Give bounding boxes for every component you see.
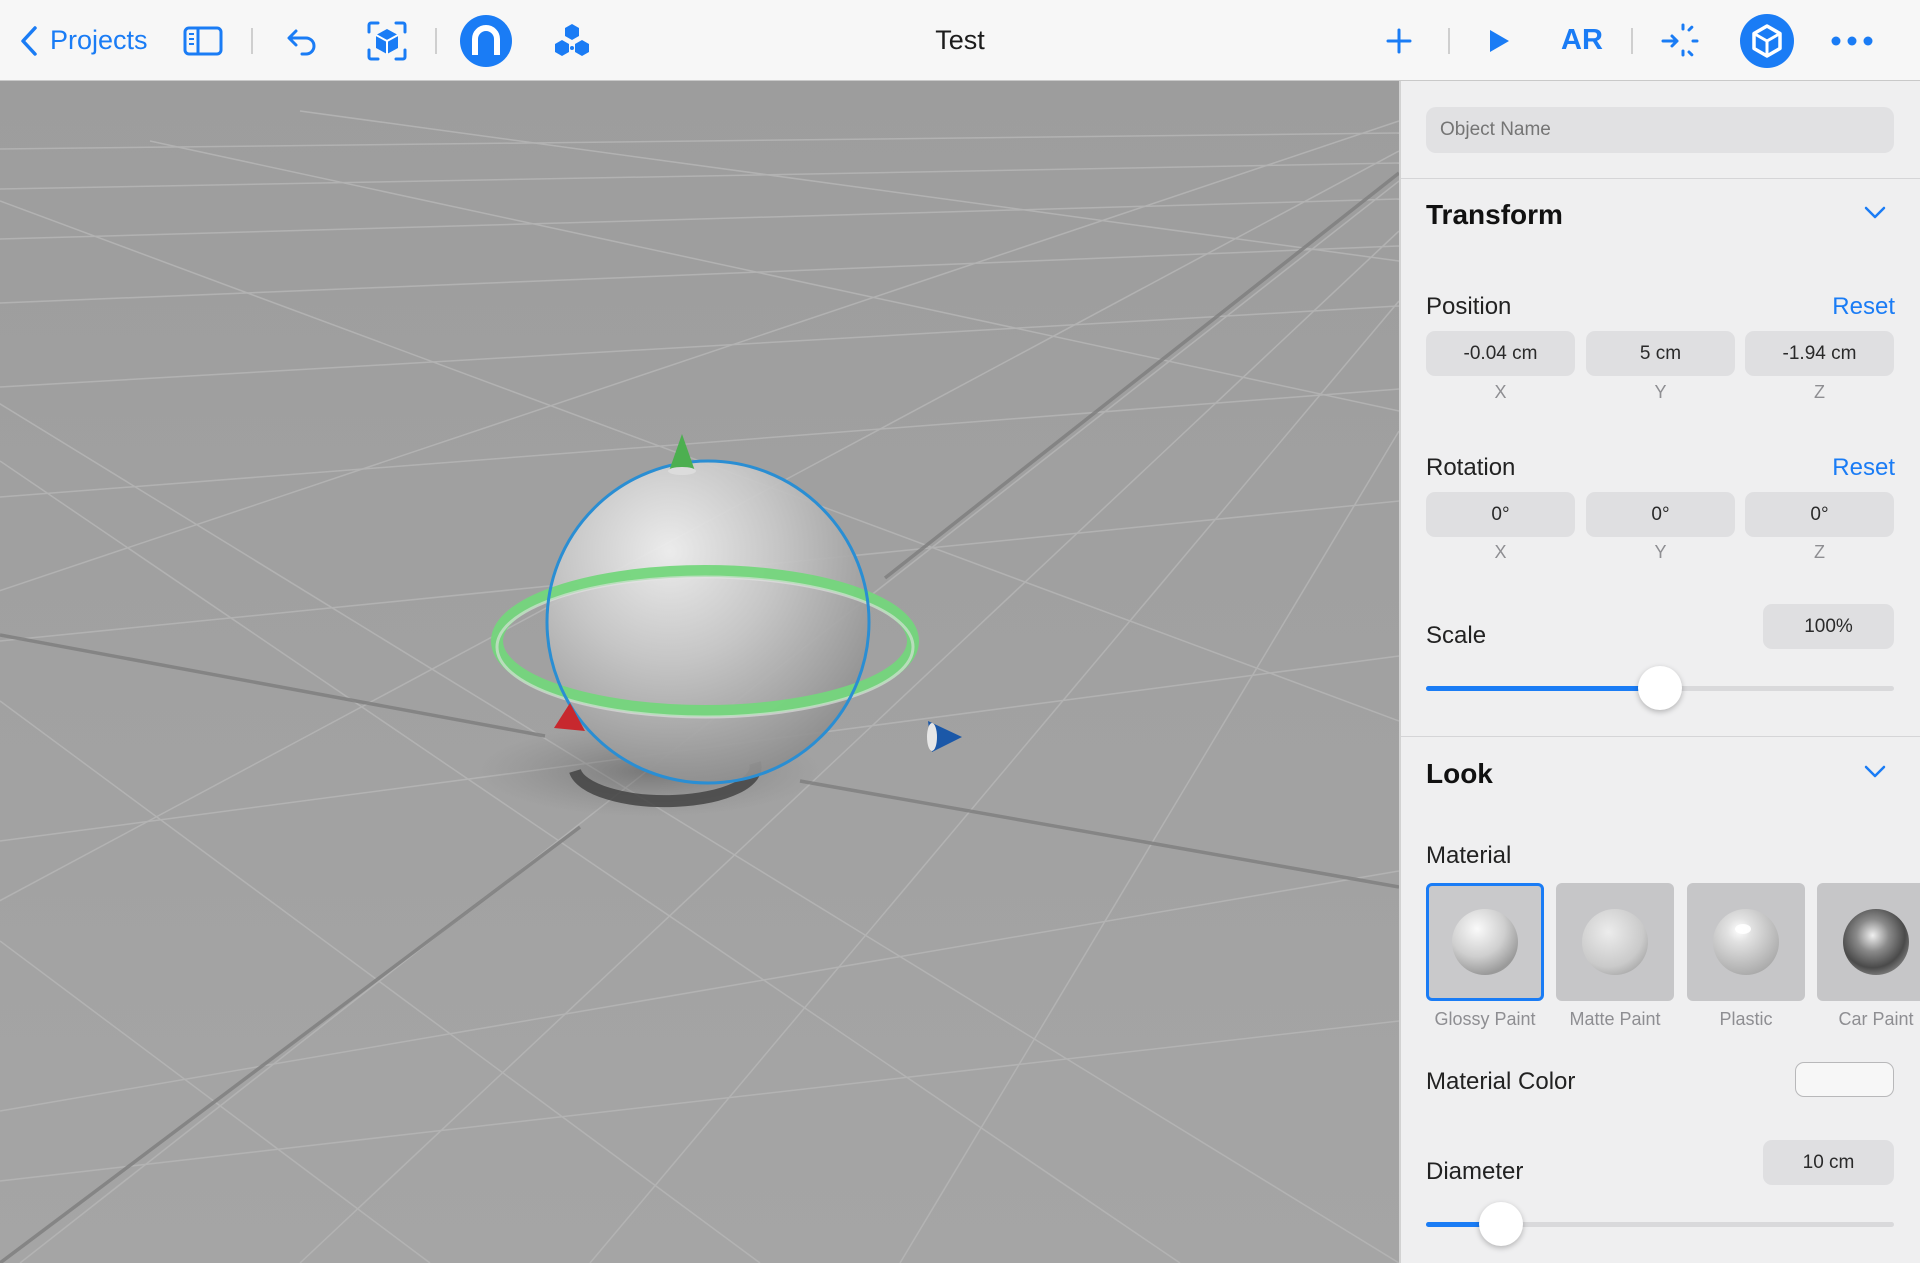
material-label: Material <box>1426 842 1512 869</box>
scale-slider[interactable] <box>1426 666 1894 710</box>
play-icon <box>1490 29 1509 52</box>
position-reset-button[interactable]: Reset <box>1832 293 1895 321</box>
scale-slider-thumb[interactable] <box>1638 666 1682 710</box>
material-option-label: Plastic <box>1719 1009 1773 1029</box>
rotation-y-field[interactable]: 0° <box>1586 492 1735 537</box>
position-z-field[interactable]: -1.94 cm <box>1745 331 1894 376</box>
material-option-label: Matte Paint <box>1569 1009 1661 1029</box>
material-option-glossy-paint[interactable]: Glossy Paint <box>1426 883 1544 1030</box>
metallic-sphere-icon <box>1843 909 1909 975</box>
object-frame-button[interactable] <box>364 0 410 81</box>
scale-label: Scale <box>1426 622 1487 649</box>
material-swatch[interactable] <box>1687 883 1805 1001</box>
diameter-label: Diameter <box>1426 1158 1524 1185</box>
add-object-button[interactable] <box>1382 0 1416 81</box>
material-option-car-paint[interactable]: Car Paint <box>1817 883 1920 1030</box>
inspector-panel: Transform Position Reset -0.04 cm 5 cm -… <box>1399 81 1920 1263</box>
position-x-field[interactable]: -0.04 cm <box>1426 331 1575 376</box>
axis-label-x: X <box>1494 382 1507 402</box>
rotation-label: Rotation <box>1426 454 1516 481</box>
material-swatch[interactable] <box>1817 883 1920 1001</box>
transform-section-title: Transform <box>1426 199 1563 230</box>
anchor-target-icon <box>1661 23 1701 58</box>
cubes-icon <box>555 23 589 56</box>
ar-label: AR <box>1561 24 1603 56</box>
material-option-matte-paint[interactable]: Matte Paint <box>1556 883 1674 1030</box>
chevron-down-icon <box>1864 765 1886 778</box>
look-collapse-toggle[interactable] <box>1863 764 1887 785</box>
sphere-object <box>548 462 868 782</box>
material-color-well[interactable] <box>1795 1062 1894 1097</box>
material-swatch[interactable] <box>1426 883 1544 1001</box>
material-swatch[interactable] <box>1556 883 1674 1001</box>
scene-canvas[interactable] <box>0 81 1399 1263</box>
toolbar-divider <box>251 28 253 54</box>
more-options-button[interactable] <box>1830 0 1874 81</box>
back-button-label: Projects <box>50 25 148 55</box>
diameter-slider-thumb[interactable] <box>1478 1202 1523 1246</box>
section-divider <box>1401 178 1920 179</box>
cube-gear-icon <box>1740 13 1794 68</box>
chevron-left-icon <box>21 25 37 56</box>
sidebar-toggle-button[interactable] <box>181 0 225 81</box>
glossy-sphere-icon <box>1452 909 1518 975</box>
toolbar-divider <box>435 28 437 54</box>
material-option-plastic[interactable]: Plastic <box>1687 883 1805 1030</box>
material-option-label: Car Paint <box>1838 1009 1914 1029</box>
scale-slider-fill <box>1426 686 1660 691</box>
scale-value-field[interactable]: 100% <box>1763 604 1894 649</box>
snap-magnet-button[interactable] <box>460 0 512 81</box>
rotation-x-field[interactable]: 0° <box>1426 492 1575 537</box>
diameter-slider[interactable] <box>1426 1202 1894 1246</box>
axis-label-y: Y <box>1654 542 1667 562</box>
section-divider <box>1401 736 1920 737</box>
cube-frame-icon <box>367 21 407 60</box>
material-option-label: Glossy Paint <box>1434 1009 1536 1029</box>
plus-icon <box>1386 28 1412 53</box>
toolbar-divider <box>1448 28 1450 54</box>
ar-mode-button[interactable]: AR <box>1554 0 1610 81</box>
anchor-button[interactable] <box>1658 0 1704 81</box>
undo-button[interactable] <box>282 0 322 81</box>
add-content-library-button[interactable] <box>548 0 596 81</box>
material-color-label: Material Color <box>1426 1068 1576 1095</box>
matte-sphere-icon <box>1582 909 1648 975</box>
play-button[interactable] <box>1482 0 1516 81</box>
sidebar-icon <box>183 26 223 55</box>
look-section-title: Look <box>1426 758 1493 789</box>
axis-label-x: X <box>1494 542 1507 562</box>
rotation-z-field[interactable]: 0° <box>1745 492 1894 537</box>
transform-collapse-toggle[interactable] <box>1863 205 1887 226</box>
axis-label-z: Z <box>1814 382 1825 402</box>
undo-icon <box>287 29 316 55</box>
axis-label-z: Z <box>1814 542 1825 562</box>
diameter-value-field[interactable]: 10 cm <box>1763 1140 1894 1185</box>
magnet-icon <box>460 14 512 67</box>
axis-label-y: Y <box>1654 382 1667 402</box>
back-to-projects-button[interactable]: Projects <box>18 0 158 81</box>
properties-inspector-button[interactable] <box>1740 0 1794 81</box>
toolbar-divider <box>1631 28 1633 54</box>
ellipsis-icon <box>1831 36 1873 45</box>
position-y-field[interactable]: 5 cm <box>1586 331 1735 376</box>
rotation-reset-button[interactable]: Reset <box>1832 454 1895 482</box>
scene-viewport[interactable] <box>0 81 1399 1263</box>
plastic-sphere-icon <box>1713 909 1779 975</box>
chevron-down-icon <box>1864 206 1886 219</box>
top-toolbar: Projects Test AR <box>0 0 1920 81</box>
object-name-input[interactable] <box>1426 107 1894 153</box>
position-label: Position <box>1426 293 1512 320</box>
